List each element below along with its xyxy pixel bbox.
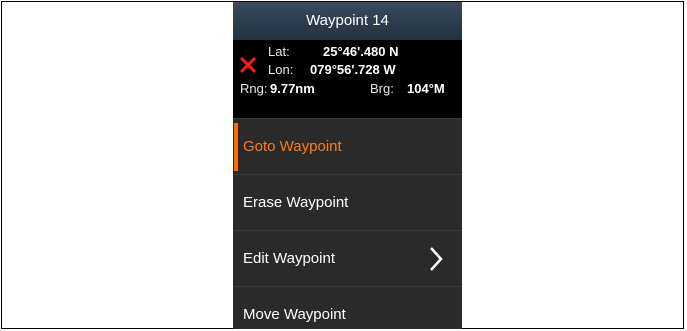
menu-item-label: Erase Waypoint bbox=[243, 194, 349, 211]
menu-item-erase-waypoint[interactable]: Erase Waypoint bbox=[233, 174, 462, 230]
bearing-value: 104°M bbox=[407, 81, 445, 96]
lat-value: 25°46'.480 N bbox=[323, 44, 399, 59]
chevron-right-icon bbox=[430, 247, 443, 271]
lat-label: Lat: bbox=[268, 44, 290, 59]
lon-value: 079°56'.728 W bbox=[310, 62, 396, 77]
menu-item-label: Move Waypoint bbox=[243, 306, 346, 323]
menu-title: Waypoint 14 bbox=[233, 2, 462, 40]
menu-item-label: Goto Waypoint bbox=[243, 138, 342, 155]
waypoint-marker-x-icon bbox=[239, 56, 257, 74]
waypoint-info-panel: Lat: 25°46'.480 N Lon: 079°56'.728 W Rng… bbox=[233, 40, 462, 118]
menu-item-edit-waypoint[interactable]: Edit Waypoint bbox=[233, 230, 462, 286]
menu-item-label: Edit Waypoint bbox=[243, 250, 335, 267]
bearing-label: Brg: bbox=[370, 81, 394, 96]
waypoint-context-menu: Waypoint 14 Lat: 25°46'.480 N Lon: 079°5… bbox=[233, 2, 462, 329]
lon-label: Lon: bbox=[268, 62, 294, 77]
range-label: Rng: bbox=[240, 81, 268, 96]
menu-item-goto-waypoint[interactable]: Goto Waypoint bbox=[233, 118, 462, 174]
range-value: 9.77nm bbox=[270, 81, 315, 96]
selection-indicator bbox=[234, 123, 238, 171]
menu-item-move-waypoint[interactable]: Move Waypoint bbox=[233, 286, 462, 329]
